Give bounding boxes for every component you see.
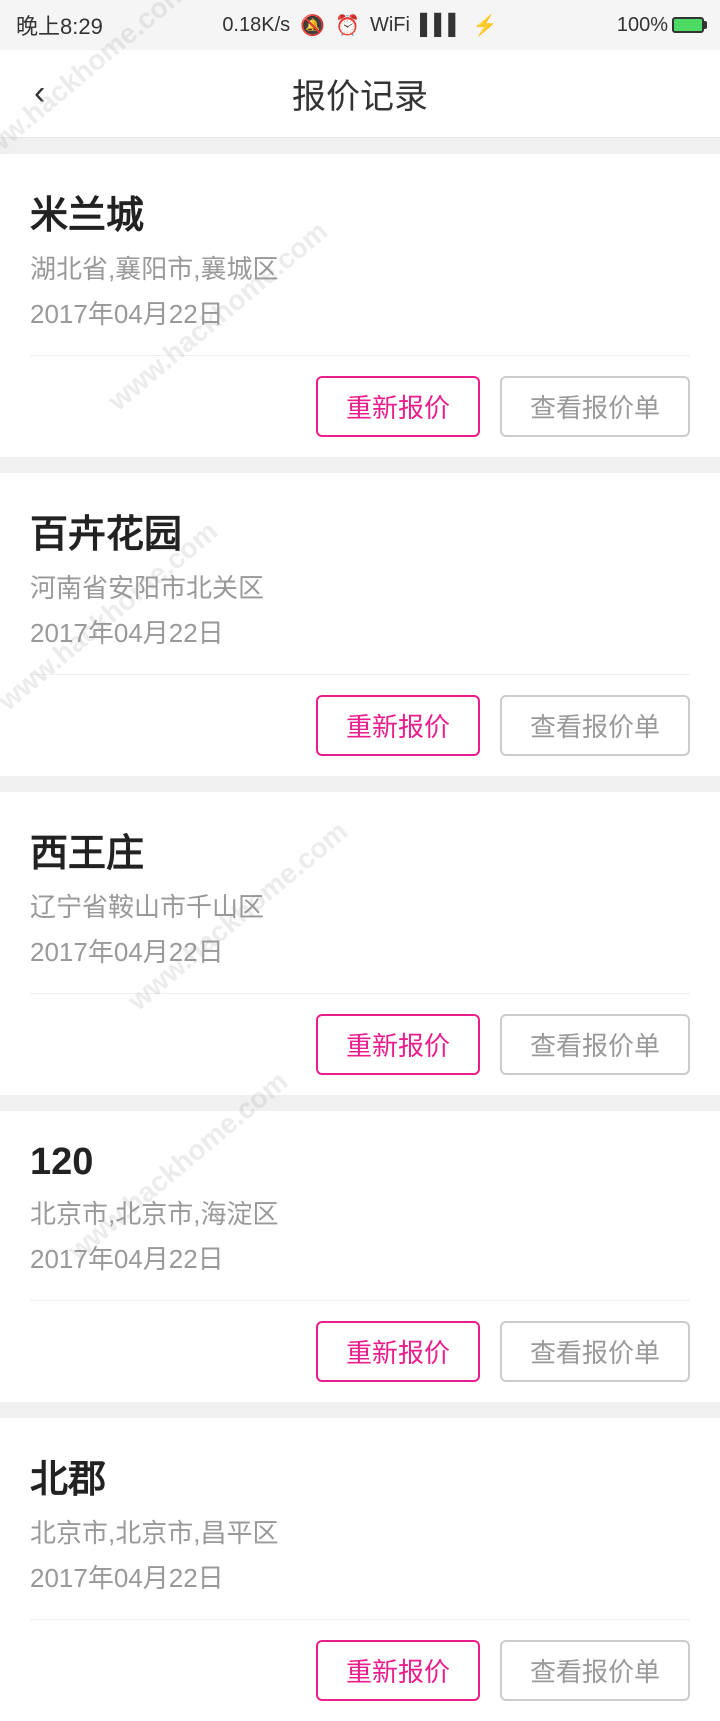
list-item: 北郡 北京市,北京市,昌平区 2017年04月22日 重新报价 查看报价单 xyxy=(0,1418,720,1721)
item-date: 2017年04月22日 xyxy=(30,932,690,969)
nav-bar: ‹ 报价记录 xyxy=(0,50,720,138)
status-center: 0.18K/s 🔕 ⏰ WiFi ▌▌▌ ⚡ xyxy=(222,13,497,38)
item-actions: 重新报价 查看报价单 xyxy=(30,1300,690,1402)
item-address: 北京市,北京市,昌平区 xyxy=(30,1513,690,1550)
top-divider xyxy=(0,138,720,154)
requote-button[interactable]: 重新报价 xyxy=(316,1014,480,1075)
list-item: 米兰城 湖北省,襄阳市,襄城区 2017年04月22日 重新报价 查看报价单 xyxy=(0,154,720,457)
status-right: 100% xyxy=(617,14,704,37)
view-quote-button[interactable]: 查看报价单 xyxy=(500,1640,690,1701)
item-name: 西王庄 xyxy=(30,822,690,877)
item-date: 2017年04月22日 xyxy=(30,613,690,650)
status-time: 晚上8:29 xyxy=(16,9,103,41)
item-actions: 重新报价 查看报价单 xyxy=(30,355,690,457)
battery-percent: 100% xyxy=(617,14,668,37)
item-address: 辽宁省鞍山市千山区 xyxy=(30,887,690,924)
wifi-icon: WiFi xyxy=(370,14,410,37)
item-name: 120 xyxy=(30,1141,690,1184)
alarm-icon: ⏰ xyxy=(335,13,360,38)
item-address: 北京市,北京市,海淀区 xyxy=(30,1194,690,1231)
requote-button[interactable]: 重新报价 xyxy=(316,1321,480,1382)
status-bar: 晚上8:29 0.18K/s 🔕 ⏰ WiFi ▌▌▌ ⚡ 100% xyxy=(0,0,720,50)
item-address: 湖北省,襄阳市,襄城区 xyxy=(30,249,690,286)
network-speed: 0.18K/s xyxy=(222,14,290,37)
item-date: 2017年04月22日 xyxy=(30,1239,690,1276)
view-quote-button[interactable]: 查看报价单 xyxy=(500,695,690,756)
view-quote-button[interactable]: 查看报价单 xyxy=(500,1014,690,1075)
requote-button[interactable]: 重新报价 xyxy=(316,1640,480,1701)
item-date: 2017年04月22日 xyxy=(30,294,690,331)
item-actions: 重新报价 查看报价单 xyxy=(30,674,690,776)
bars-icon: ▌▌▌ xyxy=(420,14,463,37)
page-title: 报价记录 xyxy=(292,69,428,118)
card-divider xyxy=(0,457,720,473)
item-name: 米兰城 xyxy=(30,184,690,239)
view-quote-button[interactable]: 查看报价单 xyxy=(500,376,690,437)
signal-icon: 🔕 xyxy=(300,13,325,38)
list-item: 120 北京市,北京市,海淀区 2017年04月22日 重新报价 查看报价单 xyxy=(0,1111,720,1402)
item-date: 2017年04月22日 xyxy=(30,1558,690,1595)
card-divider xyxy=(0,776,720,792)
item-address: 河南省安阳市北关区 xyxy=(30,568,690,605)
item-name: 百卉花园 xyxy=(30,503,690,558)
quote-list: 米兰城 湖北省,襄阳市,襄城区 2017年04月22日 重新报价 查看报价单 百… xyxy=(0,154,720,1721)
requote-button[interactable]: 重新报价 xyxy=(316,376,480,437)
list-item: 百卉花园 河南省安阳市北关区 2017年04月22日 重新报价 查看报价单 xyxy=(0,473,720,776)
item-name: 北郡 xyxy=(30,1448,690,1503)
card-divider xyxy=(0,1402,720,1418)
view-quote-button[interactable]: 查看报价单 xyxy=(500,1321,690,1382)
back-button[interactable]: ‹ xyxy=(24,64,55,123)
battery-icon xyxy=(672,17,704,33)
battery-indicator: 100% xyxy=(617,14,704,37)
bolt-icon: ⚡ xyxy=(472,13,497,38)
list-item: 西王庄 辽宁省鞍山市千山区 2017年04月22日 重新报价 查看报价单 xyxy=(0,792,720,1095)
item-actions: 重新报价 查看报价单 xyxy=(30,993,690,1095)
card-divider xyxy=(0,1095,720,1111)
requote-button[interactable]: 重新报价 xyxy=(316,695,480,756)
item-actions: 重新报价 查看报价单 xyxy=(30,1619,690,1721)
